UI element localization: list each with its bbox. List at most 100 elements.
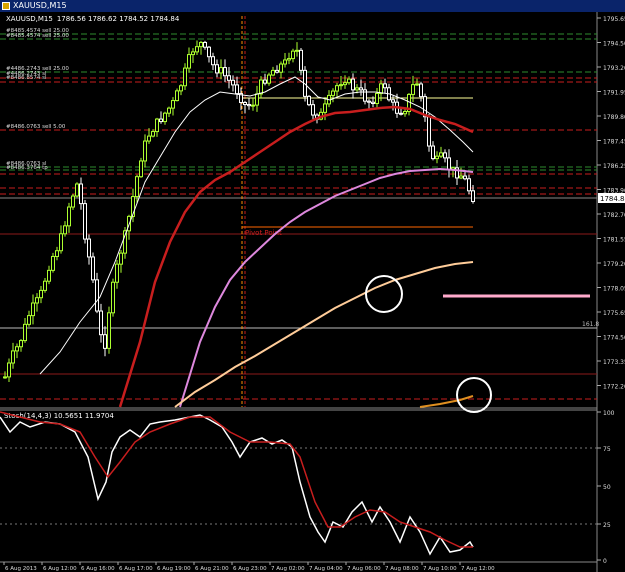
candle-body [359,87,363,91]
stoch-tick-label: 25 [603,522,611,529]
price-tick-label: 1773.35 [603,359,625,366]
candle-body [459,175,463,179]
candle-body [471,190,475,202]
candle-body [263,79,267,84]
chart-canvas[interactable]: Pivot Point 1784.84 161.8 XAUUSD,M151786… [0,12,625,572]
time-tick-label: 7 Aug 06:00 [347,566,381,572]
candle-body [159,118,163,123]
price-tick-label: 1779.20 [603,261,625,268]
price-tick-label: 1775.65 [603,310,625,317]
candle-body [379,83,383,94]
candle-body [287,58,291,61]
time-tick-label: 6 Aug 19:00 [157,566,191,572]
price-axis: 1795.65 1794.50 1793.20 1791.95 1789.80 1787.… [597,16,625,391]
time-tick-label: 6 Aug 17:00 [119,566,153,572]
candle-body [63,225,67,235]
candle-body [339,84,343,87]
candle-body [291,50,295,60]
candle-body [7,362,11,378]
order-level-label: #8485.4574 sell 25.00 [6,33,69,39]
candle-body [255,93,259,106]
candle-body [111,281,115,314]
candle-body [171,100,175,109]
candle-body [231,79,235,86]
candle-body [275,69,279,73]
candle-body [47,269,51,282]
time-tick-label: 7 Aug 12:00 [461,566,495,572]
time-tick-label: 7 Aug 04:00 [309,566,343,572]
candle-body [323,103,327,113]
time-tick-label: 6 Aug 16:00 [81,566,115,572]
candle-body [31,302,35,317]
candle-body [219,67,223,74]
candle-body [103,334,107,349]
candle-body [183,67,187,87]
candle-body [431,145,435,160]
chart-symbol-label: XAUUSD,M15 1786.56 1786.62 1784.52 1784.8… [6,15,180,23]
candle-body [35,297,39,304]
price-tick-label: 1781.55 [603,237,625,244]
time-tick-label: 6 Aug 23:00 [233,566,267,572]
candle-body [11,350,15,364]
candle-body [3,376,7,379]
candle-body [299,49,303,71]
candle-body [135,176,139,198]
candle-body [151,131,155,137]
candle-body [295,49,299,52]
candle-body [443,152,447,159]
candle-body [391,99,395,103]
stoch-tick-label: 50 [603,484,611,491]
candle-body [267,74,271,84]
candle-body [83,203,87,240]
candle-body [331,90,335,96]
candle-body [15,346,19,352]
order-level-label: #8486.3764 tp [6,165,48,171]
candle-body [403,111,407,115]
price-tick-label: 1782.70 [603,212,625,219]
fib-label: 161.8 [582,321,599,328]
candle-body [139,160,143,178]
candle-body [115,263,119,283]
candle-body [23,323,27,342]
candle-body [259,79,263,95]
candle-body [59,233,63,252]
candle-body [191,51,195,56]
candle-body [95,279,99,312]
candle-body [383,83,387,89]
candle-body [227,75,231,81]
candle-body [167,107,171,114]
candle-body [375,92,379,104]
candle-body [311,104,315,116]
candle-body [39,289,43,299]
stoch-label: Stoch(14,4,3) 10.5651 11.9704 [4,412,114,420]
stoch-tick-label: 100 [603,410,615,417]
price-tick-label: 1783.90 [603,188,625,195]
price-panel[interactable] [0,12,597,407]
time-tick-label: 7 Aug 02:00 [271,566,305,572]
stoch-signal-line[interactable] [0,411,473,548]
candle-body [243,102,247,106]
window-titlebar[interactable]: XAUUSD,M15 [0,0,625,12]
candle-body [335,85,339,92]
candle-body [371,101,375,104]
chart-window-icon [2,2,10,10]
stoch-levels [0,447,597,525]
window-title: XAUUSD,M15 [13,1,67,10]
candle-body [223,67,227,77]
candle-body [91,256,95,281]
candle-body [279,63,283,73]
stoch-tick-label: 75 [603,446,611,453]
stoch-axis: 100 75 50 25 0 [597,410,615,565]
candle-body [179,85,183,92]
candle-body [195,46,199,53]
candle-body [27,315,31,325]
price-tick-label: 1786.25 [603,163,625,170]
time-tick-label: 6 Aug 21:00 [195,566,229,572]
candle-body [419,83,423,98]
candle-body [235,84,239,95]
candle-body [351,78,355,91]
candle-body [211,56,215,66]
candle-body [55,250,59,257]
candle-body [107,312,111,349]
candle-body [215,64,219,74]
